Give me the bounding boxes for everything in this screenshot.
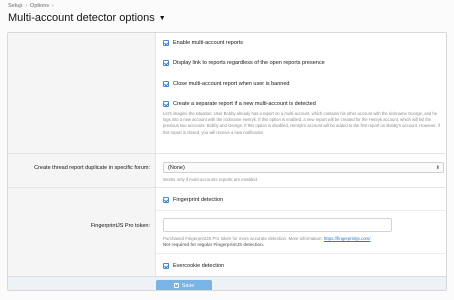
form-footer: Save xyxy=(8,276,446,290)
divider xyxy=(156,253,446,254)
breadcrumb-separator-icon: › xyxy=(25,3,28,9)
checkbox-checked-icon[interactable] xyxy=(163,197,169,203)
option-separate-report-label: Create a separate report if a new multi-… xyxy=(173,101,316,107)
fingerprintjs-hint-suffix: . xyxy=(370,236,372,241)
fingerprintjs-token-hint-bold: Not required for regular FingerprintJS d… xyxy=(163,242,264,248)
option-evercookie[interactable]: Evercookie detection xyxy=(163,263,224,269)
option-fingerprint-label: Fingerprint detection xyxy=(173,197,224,203)
page-title-text: Multi-account detector options xyxy=(8,12,155,24)
option-separate-report[interactable]: Create a separate report if a new multi-… xyxy=(163,101,316,107)
fingerprintjs-token-label: FingerprintJS Pro token: xyxy=(90,223,150,229)
divider xyxy=(8,187,446,188)
page-title[interactable]: Multi-account detector options ▼ xyxy=(8,12,166,24)
option-display-link-label: Display link to reports regardless of th… xyxy=(173,60,325,66)
breadcrumb-separator-icon: › xyxy=(52,3,54,9)
fingerprintjs-link[interactable]: https://fingerprintjs.com/ xyxy=(324,236,371,241)
checkbox-checked-icon[interactable] xyxy=(163,81,169,87)
option-close-banned[interactable]: Close multi-account report when user is … xyxy=(163,81,289,87)
fingerprintjs-hint-text: Purchased FingerprintJS Pro token for mo… xyxy=(163,236,324,241)
breadcrumb: Setup › Options › xyxy=(8,3,54,9)
divider xyxy=(156,210,446,211)
checkbox-checked-icon[interactable] xyxy=(163,263,169,269)
option-evercookie-label: Evercookie detection xyxy=(173,263,225,269)
fingerprintjs-hint-bold-text: Not required for regular FingerprintJS d… xyxy=(163,242,264,247)
save-button-label: Save xyxy=(181,282,195,289)
duplicate-forum-label: Create thread report duplicate in specif… xyxy=(34,165,150,171)
duplicate-forum-hint: Works only if multi-accounts reports are… xyxy=(163,177,259,182)
option-fingerprint[interactable]: Fingerprint detection xyxy=(163,197,223,203)
select-arrows-icon: ⬍ xyxy=(435,164,440,171)
save-button[interactable]: Save xyxy=(156,280,212,290)
duplicate-forum-select[interactable]: (None) ⬍ xyxy=(163,162,444,173)
checkbox-checked-icon[interactable] xyxy=(163,40,169,46)
divider xyxy=(8,153,446,154)
breadcrumb-options[interactable]: Options xyxy=(30,3,49,9)
option-display-link[interactable]: Display link to reports regardless of th… xyxy=(163,60,325,66)
fingerprintjs-token-input[interactable] xyxy=(163,218,392,232)
option-enable[interactable]: Enable multi-account reports xyxy=(163,40,243,46)
label-column xyxy=(8,33,156,290)
options-panel: Enable multi-account reports Display lin… xyxy=(7,32,447,291)
duplicate-forum-value: (None) xyxy=(168,164,185,171)
option-close-banned-label: Close multi-account report when user is … xyxy=(173,81,290,87)
option-separate-report-explain: Let's imagine the situation: User Bobby … xyxy=(163,111,440,135)
breadcrumb-setup[interactable]: Setup xyxy=(8,3,22,9)
save-icon xyxy=(173,283,179,288)
caret-down-icon[interactable]: ▼ xyxy=(159,15,166,22)
option-enable-label: Enable multi-account reports xyxy=(173,40,244,46)
checkbox-checked-icon[interactable] xyxy=(163,60,169,66)
checkbox-checked-icon[interactable] xyxy=(163,101,169,107)
